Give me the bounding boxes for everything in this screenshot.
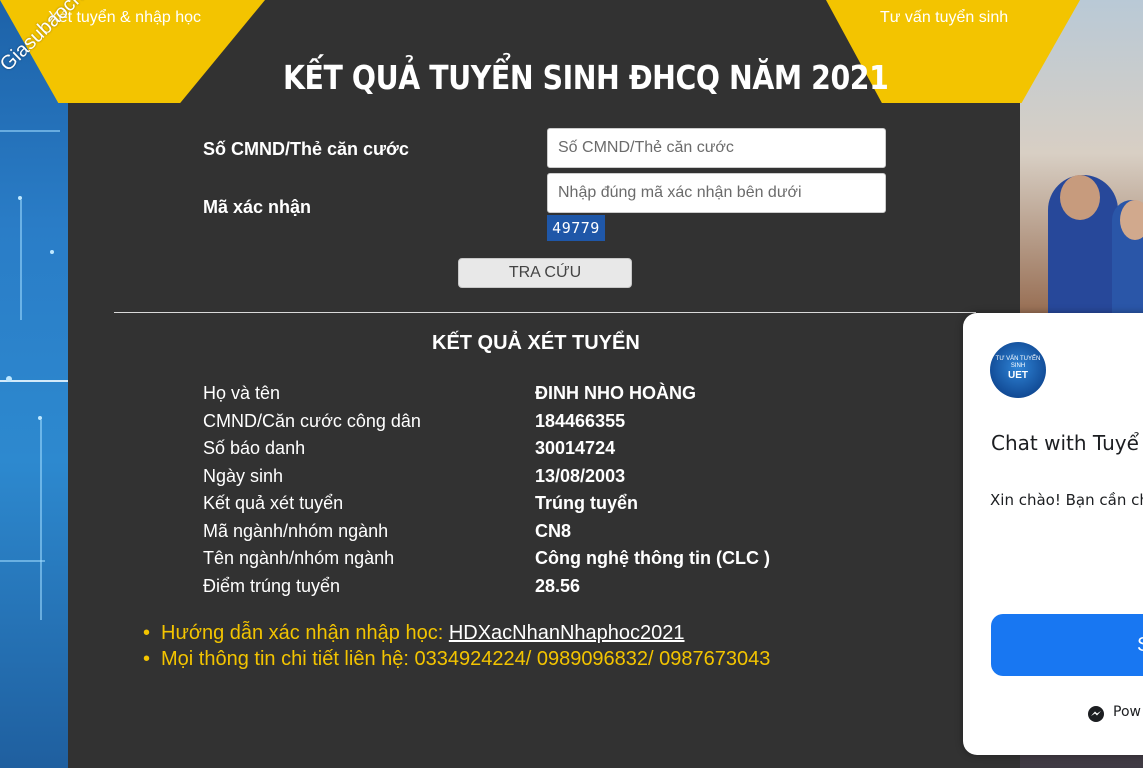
- nav-tab-consulting-label[interactable]: Tư vấn tuyển sinh: [880, 9, 1008, 27]
- captcha-input[interactable]: [547, 173, 886, 213]
- result-value-id: 184466355: [535, 411, 626, 431]
- result-value-name: ĐINH NHO HOÀNG: [535, 383, 696, 403]
- result-value-birthdate: 13/08/2003: [535, 466, 626, 486]
- result-label-score: Điểm trúng tuyển: [203, 576, 341, 596]
- id-number-input[interactable]: [547, 128, 886, 168]
- note-contact-text: Mọi thông tin chi tiết liên hệ: 03349242…: [161, 648, 771, 670]
- search-button[interactable]: TRA CỨU: [458, 258, 632, 288]
- note-contact: • Mọi thông tin chi tiết liên hệ: 0334924…: [143, 646, 770, 672]
- background-circuit-left: [0, 0, 70, 768]
- chat-avatar: TƯ VẤN TUYỂN SINH UET: [990, 342, 1046, 398]
- result-value-status: Trúng tuyển: [535, 493, 638, 513]
- chat-widget: TƯ VẤN TUYỂN SINH UET Chat with Tuyể Xin…: [963, 313, 1143, 755]
- page-title: KẾT QUẢ TUYỂN SINH ĐHCQ NĂM 2021: [283, 58, 889, 97]
- note-guide-text: Hướng dẫn xác nhận nhập học:: [161, 622, 449, 644]
- section-divider: [114, 312, 976, 313]
- result-heading: KẾT QUẢ XÉT TUYỂN: [432, 332, 640, 354]
- result-value-major-code: CN8: [535, 521, 572, 541]
- bullet-icon: •: [143, 648, 151, 670]
- result-label-status: Kết quả xét tuyển: [203, 493, 344, 513]
- chat-powered-by: Pow: [1113, 704, 1141, 720]
- captcha-image: 49779: [547, 215, 605, 241]
- result-value-candidate-number: 30014724: [535, 438, 616, 458]
- notes-list: • Hướng dẫn xác nhận nhập học: HDXacNhanN…: [143, 620, 770, 672]
- guide-link[interactable]: HDXacNhanNhaphoc2021: [449, 622, 685, 644]
- chat-avatar-caption: TƯ VẤN TUYỂN SINH: [995, 356, 1041, 369]
- result-value-score: 28.56: [535, 576, 581, 596]
- bullet-icon: •: [143, 622, 151, 644]
- note-guide: • Hướng dẫn xác nhận nhập học: HDXacNhanN…: [143, 620, 770, 646]
- result-label-id: CMND/Căn cước công dân: [203, 411, 421, 431]
- chat-start-button[interactable]: S: [991, 614, 1143, 676]
- result-label-major-code: Mã ngành/nhóm ngành: [203, 521, 389, 541]
- chat-greeting: Xin chào! Bạn cần ch: [990, 491, 1143, 509]
- result-label-name: Họ và tên: [203, 383, 281, 403]
- messenger-icon: [1088, 706, 1104, 722]
- chat-title: Chat with Tuyể: [991, 431, 1139, 455]
- result-label-birthdate: Ngày sinh: [203, 466, 284, 486]
- captcha-label: Mã xác nhận: [203, 197, 312, 217]
- result-value-major-name: Công nghệ thông tin (CLC ): [535, 548, 770, 568]
- result-label-candidate-number: Số báo danh: [203, 438, 306, 458]
- chat-avatar-logo: UET: [1008, 370, 1028, 381]
- result-label-major-name: Tên ngành/nhóm ngành: [203, 548, 395, 568]
- id-number-label: Số CMND/Thẻ căn cước: [203, 139, 409, 159]
